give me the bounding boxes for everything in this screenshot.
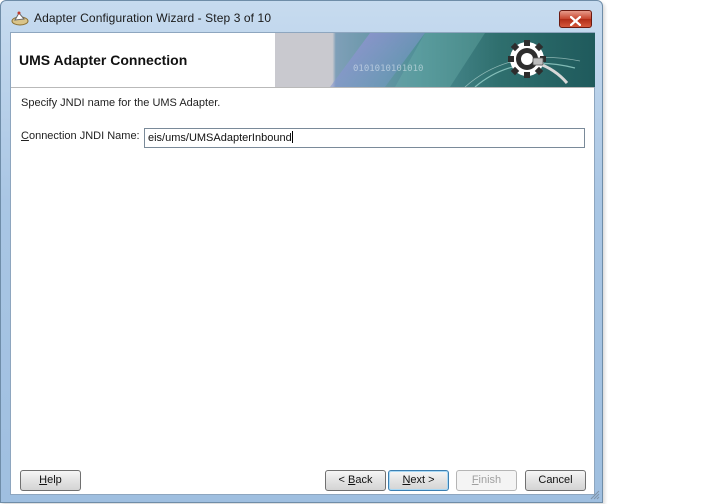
header-banner: 0101010101010 (275, 33, 595, 87)
wizard-content: UMS Adapter Connection 0101010101010 Spe… (10, 32, 595, 495)
instruction-text: Specify JNDI name for the UMS Adapter. (21, 97, 221, 109)
wizard-window: Adapter Configuration Wizard - Step 3 of… (0, 0, 603, 503)
help-mnemonic: H (39, 474, 48, 486)
back-prefix: < (338, 474, 348, 486)
finish-button[interactable]: Finish (456, 470, 517, 491)
next-label-rest: ext > (410, 474, 435, 486)
banner-binary-text: 0101010101010 (353, 64, 423, 74)
finish-label-rest: inish (478, 474, 502, 486)
close-icon (569, 15, 582, 27)
next-button[interactable]: Next > (388, 470, 449, 491)
help-label-rest: elp (47, 474, 62, 486)
cancel-button[interactable]: Cancel (525, 470, 586, 491)
finish-mnemonic: F (471, 474, 479, 486)
wizard-header: UMS Adapter Connection 0101010101010 (11, 33, 595, 87)
page-title: UMS Adapter Connection (19, 52, 188, 68)
jndi-name-input[interactable]: eis/ums/UMSAdapterInbound (144, 128, 585, 148)
back-label-rest: ack (355, 474, 373, 486)
resize-grip-icon[interactable] (590, 490, 600, 500)
window-title: Adapter Configuration Wizard - Step 3 of… (34, 11, 272, 25)
jndi-label-mnemonic: C (21, 130, 29, 142)
help-button[interactable]: Help (20, 470, 81, 491)
header-divider (11, 87, 594, 88)
cancel-label: Cancel (538, 474, 573, 486)
text-caret (291, 131, 293, 143)
close-button[interactable] (559, 10, 592, 28)
title-bar[interactable]: Adapter Configuration Wizard - Step 3 of… (1, 1, 602, 31)
back-button[interactable]: < Back (325, 470, 386, 491)
jndi-name-label: Connection JNDI Name: (21, 130, 140, 142)
app-icon (11, 10, 29, 26)
jndi-name-value: eis/ums/UMSAdapterInbound (148, 132, 292, 144)
jndi-label-text: onnection JNDI Name: (28, 130, 140, 142)
